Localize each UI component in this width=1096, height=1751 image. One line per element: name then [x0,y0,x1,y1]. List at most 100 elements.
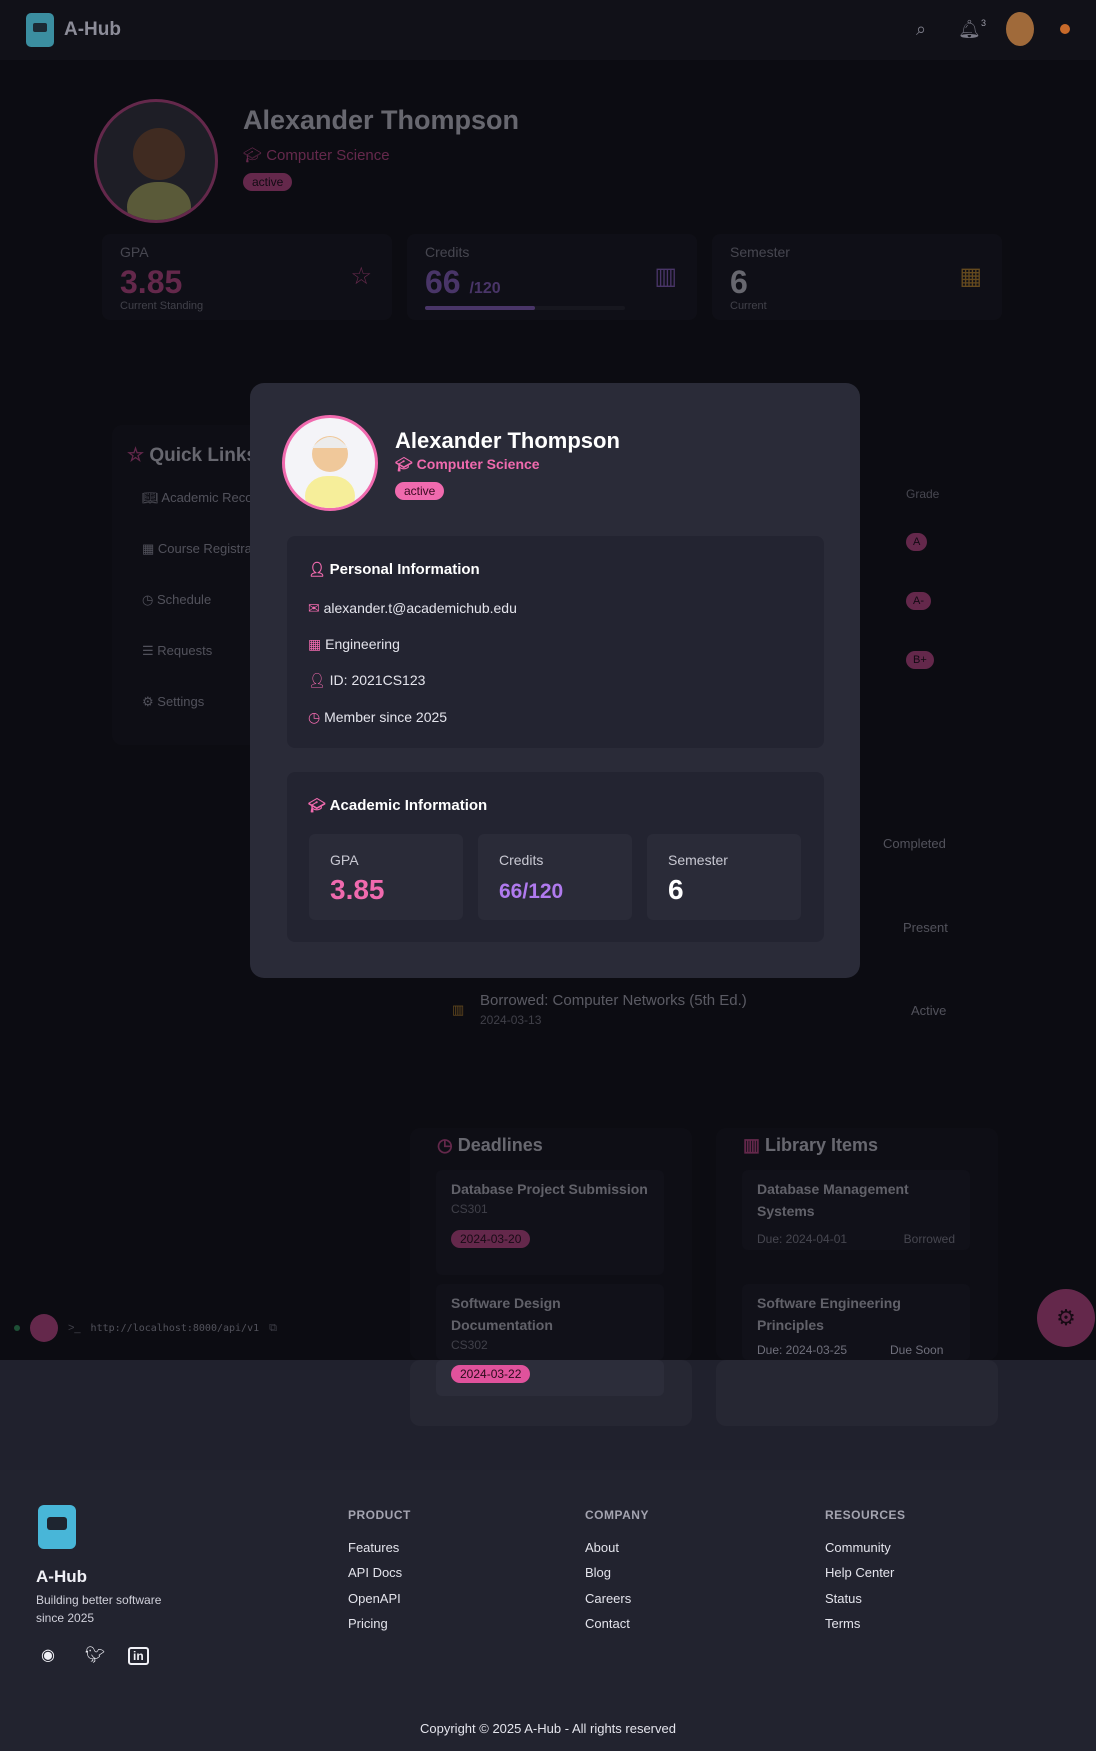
modal-stat-credits: Credits 66/120 [478,834,632,920]
calendar-icon: ▦ [959,263,982,290]
stat-label: Semester [668,852,728,868]
stat-semester: Semester 6 Current ▦ [712,234,1002,320]
footer-link[interactable]: OpenAPI [348,1591,401,1606]
terminal-icon: >_ [68,1322,81,1334]
library-card[interactable]: Database Management Systems Due: 2024-04… [742,1170,970,1250]
api-url: http://localhost:8000/api/v1 [90,1322,260,1334]
library-item-due: Due: 2024-04-01 [757,1232,848,1246]
footer-brand: A-Hub [36,1567,87,1586]
student-id-row: 👤︎ ID: 2021CS123 [308,672,426,688]
deadline-code: CS302 [451,1338,488,1352]
stat-sub: Current [730,300,767,312]
footer-link[interactable]: Help Center [825,1565,894,1580]
library-item-status: Borrowed [903,1232,955,1246]
deadline-title: Software Design Documentation [451,1295,561,1333]
member-since-row: ◷ Member since 2025 [308,709,448,725]
user-avatar[interactable] [1006,12,1034,46]
api-icon[interactable] [30,1314,58,1342]
footer-link[interactable]: Careers [585,1591,631,1606]
library-item-title: Database Management Systems [757,1181,909,1219]
footer-column-heading: PRODUCT [348,1508,411,1522]
footer-link[interactable]: Contact [585,1616,630,1631]
stat-sub: Current Standing [120,300,204,312]
app-brand[interactable]: A-Hub [64,19,121,41]
faculty-row: ▦ Engineering [308,636,400,652]
stat-value: 6 [730,264,748,300]
notification-count: 3 [980,18,986,28]
footer-link[interactable]: Blog [585,1565,611,1580]
api-status-bar: >_ http://localhost:8000/api/v1 ⧉ [14,1313,304,1343]
deadline-code: CS301 [451,1202,488,1216]
modal-avatar [282,415,378,511]
quick-links-title: ☆ Quick Links [127,445,258,466]
footer-tagline: Building better software since 2025 [36,1593,162,1625]
grade-badge: B+ [906,651,934,669]
deadline-card[interactable]: Database Project Submission CS301 2024-0… [436,1170,664,1275]
deadline-card[interactable]: Software Design Documentation CS302 [436,1284,664,1360]
github-icon[interactable]: ◉ [41,1645,55,1665]
grade-column-header: Grade [906,487,940,501]
activity-date: 2024-03-13 [480,1013,542,1027]
profile-name: Alexander Thompson [243,105,520,135]
footer-column-heading: RESOURCES [825,1508,906,1522]
stat-gpa: GPA 3.85 Current Standing ☆ [102,234,392,320]
credits-progress-fill [425,306,535,310]
book-icon: ▥ [452,1002,465,1017]
graduation-cap-icon: 🎓︎ [395,456,417,472]
stat-value: 6 [668,874,684,905]
stat-label: Semester [730,244,790,260]
books-icon: ▥ [743,1135,766,1155]
bell-icon[interactable]: 🔔︎ 3 [958,18,986,40]
modal-department: 🎓︎ Computer Science [395,456,540,472]
footer-link[interactable]: About [585,1540,619,1555]
footer-link[interactable]: Features [348,1540,399,1555]
deadline-date-badge: 2024-03-20 [451,1230,531,1248]
academic-info-title: 🎓︎ Academic Information [308,797,488,814]
search-icon[interactable]: ⌕ [910,18,932,40]
stat-label: Credits [425,244,470,260]
stat-value: 3.85 [120,264,183,300]
status-badge: active [243,173,293,191]
activity-status: Active [911,1003,947,1018]
books-icon: ▥ [654,263,677,290]
stat-label: GPA [330,852,359,868]
top-navbar: A-Hub ⌕ 🔔︎ 3 [0,0,1096,60]
footer-logo[interactable] [38,1505,76,1549]
gear-icon: ⚙ [1056,1305,1076,1330]
profile-avatar [94,99,218,223]
mail-icon: ✉ [308,600,320,616]
stat-label: Credits [499,852,544,868]
activity-status: Completed [883,836,946,851]
book-icon: 📖︎ [142,490,162,505]
library-item-status: Due Soon [890,1343,944,1357]
quick-link-requests[interactable]: ☰ Requests [142,643,212,659]
stat-value: 3.85 [330,874,385,905]
library-title: ▥ Library Items [743,1135,879,1155]
gear-icon: ⚙ [142,694,158,709]
credits-progress-track [425,306,625,310]
linkedin-icon[interactable]: in [128,1647,149,1665]
star-icon: ☆ [350,263,372,290]
quick-link-schedule[interactable]: ◷ Schedule [142,592,211,608]
stat-value: 66 /120 [425,264,501,300]
stat-label: GPA [120,244,149,260]
copy-icon[interactable]: ⧉ [269,1322,277,1335]
settings-fab[interactable]: ⚙ [1037,1289,1095,1347]
footer-link[interactable]: Terms [825,1616,860,1631]
quick-link-settings[interactable]: ⚙ Settings [142,694,204,710]
app-logo[interactable] [26,13,54,47]
footer-link[interactable]: Pricing [348,1616,388,1631]
footer-link[interactable]: Community [825,1540,891,1555]
stat-credits: Credits 66 /120 ▥ [407,234,697,320]
modal-stat-gpa: GPA 3.85 [309,834,463,920]
footer-link[interactable]: API Docs [348,1565,402,1580]
activity-status: Present [903,920,948,935]
grade-badge: A- [906,592,931,610]
grade-badge: A [906,533,928,551]
deadline-date-badge: 2024-03-22 [451,1365,531,1383]
footer-link[interactable]: Status [825,1591,862,1606]
deadlines-title: ◷ Deadlines [437,1135,543,1155]
twitter-icon[interactable]: 🐦︎ [85,1645,105,1665]
graduation-cap-icon: 🎓︎ [243,147,267,164]
building-icon: ▦ [308,636,322,652]
